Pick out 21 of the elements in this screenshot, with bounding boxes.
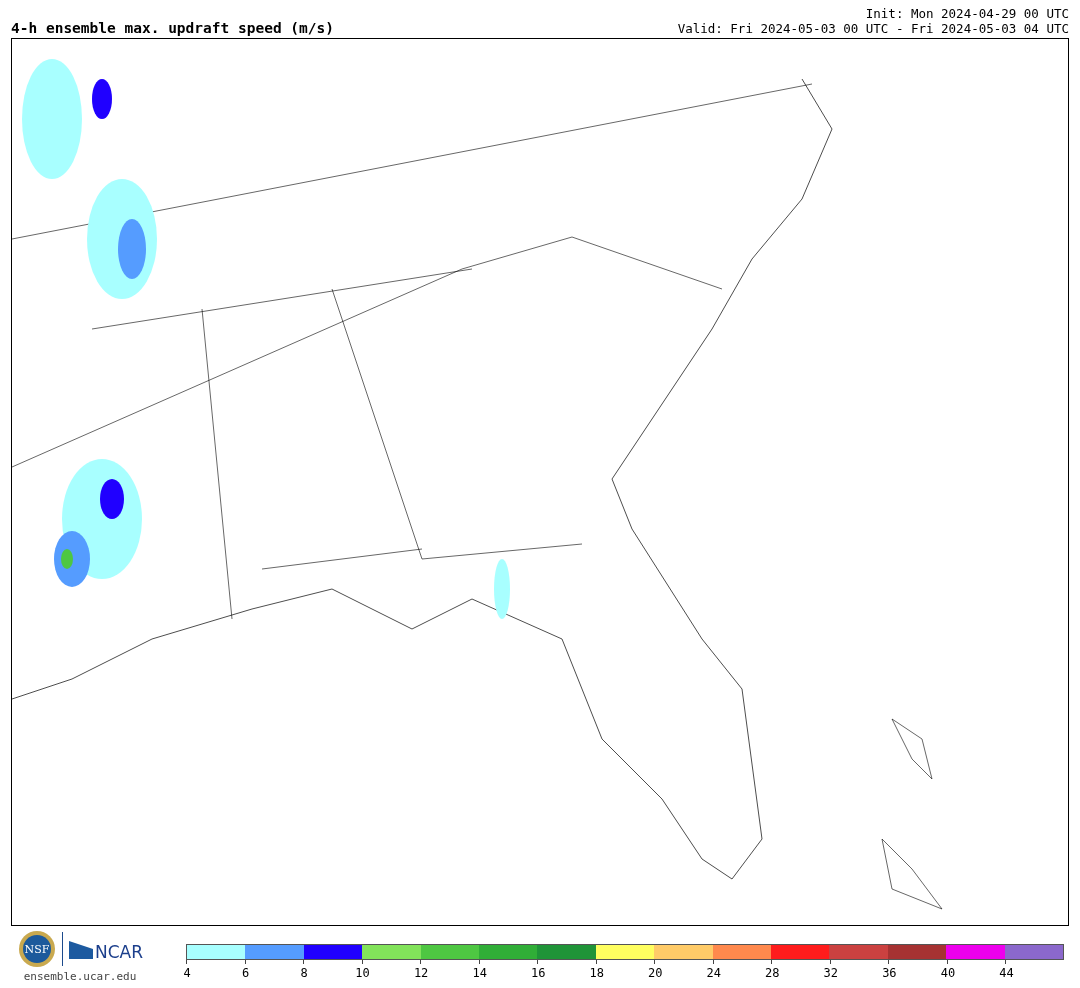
tick-label: 6 xyxy=(241,966,250,980)
nsf-logo: NSF xyxy=(17,930,56,968)
tick-label: 14 xyxy=(472,966,487,980)
tick-label: 28 xyxy=(765,966,780,980)
init-time: Init: Mon 2024-04-29 00 UTC xyxy=(865,6,1069,21)
tick-label: 44 xyxy=(999,966,1014,980)
tick-label: 8 xyxy=(300,966,308,980)
tick-label: 24 xyxy=(706,966,721,980)
tick-label: 32 xyxy=(823,966,839,980)
website-url: ensemble.ucar.edu xyxy=(23,970,137,983)
tick-label: 4 xyxy=(183,966,191,980)
tick-label: 10 xyxy=(355,966,370,980)
tick-label: 12 xyxy=(413,966,429,980)
tick-label: 18 xyxy=(589,966,604,980)
tick-label: 20 xyxy=(648,966,663,980)
map-title: 4-h ensemble max. updraft speed (m/s) xyxy=(11,20,334,36)
valid-time: Valid: Fri 2024-05-03 00 UTC - Fri 2024-05-03 04 UTC xyxy=(677,21,1069,36)
tick-label: 40 xyxy=(940,966,956,980)
tick-label: 36 xyxy=(882,966,897,980)
tick-label: 16 xyxy=(530,966,546,980)
ncar-logo: NCAR xyxy=(68,937,143,961)
